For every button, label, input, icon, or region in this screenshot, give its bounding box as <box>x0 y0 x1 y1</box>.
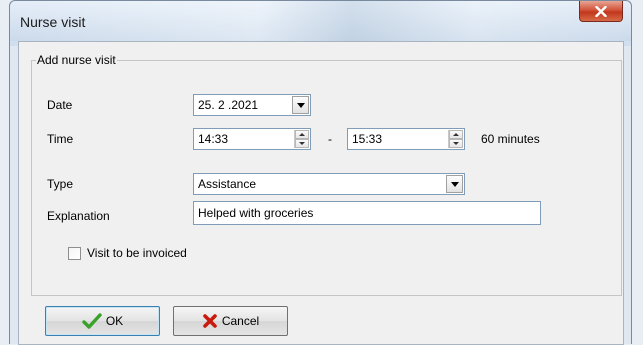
close-button[interactable] <box>579 1 623 22</box>
date-label: Date <box>47 98 73 112</box>
spin-up-button[interactable] <box>449 130 463 139</box>
type-value: Assistance <box>198 177 257 191</box>
arrow-up-icon <box>299 133 305 136</box>
cancel-label: Cancel <box>221 314 260 328</box>
dialog-body: Add nurse visit Date 25. 2 .2021 Time 14… <box>18 41 624 345</box>
ok-label: OK <box>105 314 124 328</box>
invoice-label: Visit to be invoiced <box>87 246 187 260</box>
close-icon <box>595 5 607 17</box>
time-start-field[interactable]: 14:33 <box>193 128 311 150</box>
time-label: Time <box>47 132 74 146</box>
explanation-label: Explanation <box>47 209 110 223</box>
title-bar[interactable]: Nurse visit <box>10 1 631 41</box>
type-select[interactable]: Assistance <box>193 173 465 195</box>
duration-text: 60 minutes <box>481 132 540 146</box>
date-value: 25. 2 .2021 <box>198 98 259 112</box>
time-end-value: 15:33 <box>352 132 383 146</box>
spin-down-button[interactable] <box>295 139 309 148</box>
explanation-value: Helped with groceries <box>198 206 314 220</box>
time-end-field[interactable]: 15:33 <box>347 128 465 150</box>
window-title: Nurse visit <box>20 14 86 30</box>
spin-up-button[interactable] <box>295 130 309 139</box>
group-legend: Add nurse visit <box>36 53 117 67</box>
invoice-checkbox[interactable] <box>68 247 81 260</box>
ok-button[interactable]: OK <box>45 306 160 336</box>
time-end-spinner[interactable] <box>448 130 463 148</box>
arrow-down-icon <box>453 142 459 145</box>
cancel-button[interactable]: Cancel <box>173 306 288 336</box>
dialog-window: Nurse visit Add nurse visit Date 25. 2 .… <box>9 0 632 345</box>
date-picker[interactable]: 25. 2 .2021 <box>193 94 311 116</box>
explanation-input[interactable]: Helped with groceries <box>193 201 541 225</box>
date-dropdown-button[interactable] <box>292 96 309 114</box>
type-label: Type <box>47 177 74 191</box>
type-dropdown-button[interactable] <box>446 175 463 193</box>
time-separator: - <box>328 132 332 146</box>
checkmark-icon <box>82 313 102 329</box>
x-mark-icon <box>203 314 217 328</box>
time-start-value: 14:33 <box>198 132 229 146</box>
chevron-down-icon <box>450 181 459 187</box>
chevron-down-icon <box>296 102 305 108</box>
arrow-down-icon <box>299 142 305 145</box>
time-start-spinner[interactable] <box>294 130 309 148</box>
spin-down-button[interactable] <box>449 139 463 148</box>
arrow-up-icon <box>453 133 459 136</box>
